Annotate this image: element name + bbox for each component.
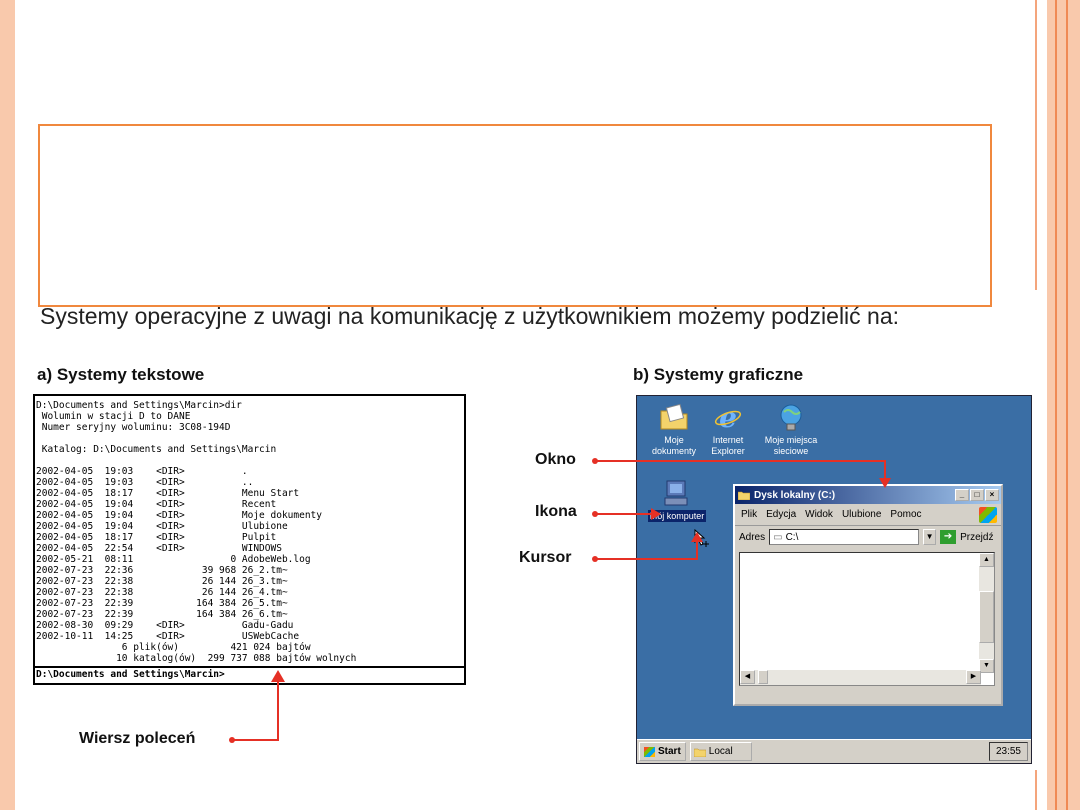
- windows-logo-icon: [979, 507, 997, 523]
- callout-arrowhead-icon: [879, 478, 891, 488]
- address-dropdown-button[interactable]: ▼: [923, 529, 937, 545]
- left-accent-strip: [0, 0, 15, 810]
- callout-line: [696, 540, 698, 560]
- desktop-icon-internet-explorer[interactable]: e Internet Explorer: [703, 402, 753, 457]
- window-callout: Okno: [535, 451, 576, 468]
- start-label: Start: [658, 746, 681, 757]
- window-content-area[interactable]: ▲ ▼ ◀ ▶: [739, 552, 995, 686]
- right-accent-line: [1055, 0, 1057, 810]
- svg-text:e: e: [719, 402, 737, 432]
- right-accent-line: [1035, 770, 1037, 810]
- drive-icon: ▭: [773, 531, 783, 543]
- scroll-left-button[interactable]: ◀: [740, 670, 755, 684]
- window-menubar: Plik Edycja Widok Ulubione Pomoc: [735, 504, 1001, 526]
- taskbar: Start Local 23:55: [637, 739, 1031, 763]
- callout-arrowhead-icon: [691, 532, 703, 542]
- folder-documents-icon: [660, 403, 688, 430]
- address-bar: Adres ▭ C:\ ▼ ➔ Przejdź: [735, 526, 1001, 548]
- go-arrow-icon[interactable]: ➔: [940, 530, 957, 544]
- desktop: Moje dokumenty e Internet Explorer Moje …: [636, 395, 1032, 764]
- scroll-thumb[interactable]: [979, 591, 994, 643]
- menu-item-favorites[interactable]: Ulubione: [842, 509, 881, 520]
- address-input[interactable]: ▭ C:\: [769, 529, 920, 545]
- network-places-icon: [780, 404, 802, 431]
- callout-arrowhead-icon: [271, 670, 285, 682]
- vertical-scrollbar[interactable]: ▲ ▼: [979, 553, 994, 673]
- callout-line: [884, 460, 886, 479]
- my-computer-icon: [664, 480, 688, 506]
- horizontal-scrollbar[interactable]: ◀ ▶: [740, 670, 981, 685]
- callout-line: [277, 678, 279, 740]
- desktop-icon-label: Moje miejsca sieciowe: [764, 435, 818, 456]
- console-separator: [35, 666, 464, 668]
- menu-item-help[interactable]: Pomoc: [890, 509, 921, 520]
- command-line-callout: Wiersz poleceń: [79, 730, 196, 747]
- console-output: D:\Documents and Settings\Marcin>dir Wol…: [36, 400, 357, 664]
- right-accent-line: [1066, 0, 1068, 810]
- window-titlebar[interactable]: Dysk lokalny (C:) _ □ ×: [735, 486, 1001, 504]
- window-title: Dysk lokalny (C:): [754, 489, 836, 501]
- start-button[interactable]: Start: [639, 742, 686, 761]
- close-button[interactable]: ×: [985, 489, 999, 501]
- scroll-right-button[interactable]: ▶: [966, 670, 981, 684]
- title-placeholder-box: [38, 124, 992, 307]
- menu-item-edit[interactable]: Edycja: [766, 509, 796, 520]
- system-clock: 23:55: [988, 742, 1028, 761]
- callout-line: [595, 460, 885, 462]
- go-button-label[interactable]: Przejdź: [960, 532, 993, 543]
- desktop-icon-label: Internet Explorer: [711, 435, 745, 456]
- intro-text: Systemy operacyjne z uwagi na komunikacj…: [40, 303, 900, 329]
- graphical-systems-heading: b) Systemy graficzne: [633, 365, 804, 384]
- windows-flag-icon: [644, 746, 655, 757]
- scroll-down-button[interactable]: ▼: [979, 659, 994, 673]
- desktop-icon-my-documents[interactable]: Moje dokumenty: [649, 402, 699, 457]
- callout-line: [595, 558, 697, 560]
- icon-callout: Ikona: [535, 503, 577, 520]
- explorer-window[interactable]: Dysk lokalny (C:) _ □ × Plik Edycja Wido…: [733, 484, 1003, 706]
- callout-line: [232, 739, 279, 741]
- maximize-button[interactable]: □: [970, 489, 984, 501]
- address-value: C:\: [785, 531, 799, 543]
- menu-item-view[interactable]: Widok: [805, 509, 833, 520]
- cursor-callout: Kursor: [519, 549, 572, 566]
- callout-line: [595, 513, 653, 515]
- right-accent-line: [1035, 0, 1037, 290]
- internet-explorer-icon: e: [714, 402, 742, 432]
- callout-arrowhead-icon: [651, 508, 661, 520]
- command-console: D:\Documents and Settings\Marcin>dir Wol…: [33, 394, 466, 685]
- menu-item-file[interactable]: Plik: [741, 509, 757, 520]
- scroll-up-button[interactable]: ▲: [979, 553, 994, 567]
- folder-icon: [738, 491, 750, 500]
- command-prompt[interactable]: D:\Documents and Settings\Marcin>: [36, 669, 225, 680]
- text-systems-heading: a) Systemy tekstowe: [37, 365, 205, 384]
- desktop-icon-label: Moje dokumenty: [651, 435, 697, 456]
- callout-dot: [229, 737, 235, 743]
- desktop-icon-network-places[interactable]: Moje miejsca sieciowe: [757, 402, 825, 457]
- taskbar-window-button[interactable]: Local: [689, 742, 752, 761]
- taskbar-window-label: Local: [708, 746, 733, 757]
- address-label: Adres: [739, 531, 766, 543]
- right-accent-strip: [1047, 0, 1080, 810]
- minimize-button[interactable]: _: [955, 489, 969, 501]
- folder-icon: [693, 748, 706, 757]
- hscroll-thumb[interactable]: [758, 670, 768, 684]
